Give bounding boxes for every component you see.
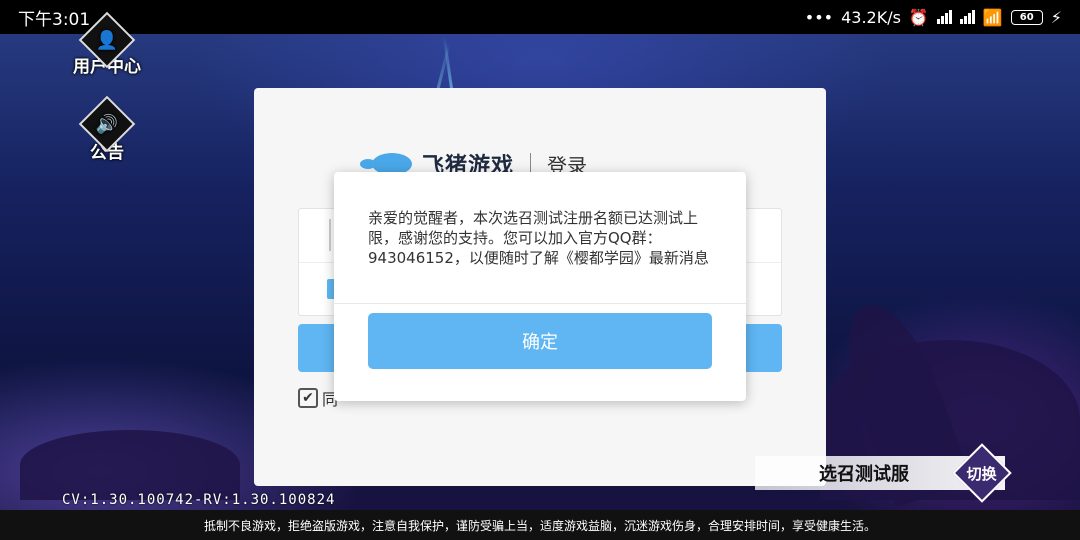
signal-icon — [936, 10, 952, 24]
status-bar: 下午3:01 ••• 43.2K/s ⏰ 📶 60 ⚡ — [0, 0, 1080, 34]
switch-label: 切换 — [966, 464, 998, 483]
server-selector[interactable]: 选召测试服 切换 — [755, 443, 1012, 503]
signal-icon-2 — [959, 10, 975, 24]
agreement-checkbox[interactable]: ✔ — [298, 388, 318, 408]
server-name: 选召测试服 — [819, 464, 909, 485]
more-dots-icon: ••• — [804, 7, 834, 27]
dialog-message: 亲爱的觉醒者，本次选召测试注册名额已达测试上限，感谢您的支持。您可以加入官方QQ… — [368, 209, 709, 267]
version-text: CV:1.30.100742-RV:1.30.100824 — [62, 492, 336, 508]
confirm-button[interactable]: 确定 — [368, 313, 712, 369]
network-speed: 43.2K/s — [841, 7, 901, 27]
account-input[interactable] — [329, 219, 331, 251]
notice-button[interactable]: 🔊 公告 — [62, 95, 152, 163]
wifi-icon: 📶 — [982, 7, 1003, 27]
notice-dialog: 亲爱的觉醒者，本次选召测试注册名额已达测试上限，感谢您的支持。您可以加入官方QQ… — [334, 172, 746, 401]
battery-level: 60 — [1019, 11, 1034, 23]
charging-icon: ⚡ — [1050, 7, 1062, 27]
health-notice: 抵制不良游戏，拒绝盗版游戏，注意自我保护，谨防受骗上当，适度游戏益脑，沉迷游戏伤… — [0, 510, 1080, 540]
battery-icon: 60 — [1010, 9, 1043, 25]
alarm-icon: ⏰ — [908, 7, 929, 27]
user-center-button[interactable]: 👤 用户中心 — [62, 11, 152, 77]
dialog-divider — [334, 303, 746, 304]
speaker-icon: 🔊 — [78, 95, 136, 153]
agreement-row: ✔ 同 — [298, 386, 338, 410]
